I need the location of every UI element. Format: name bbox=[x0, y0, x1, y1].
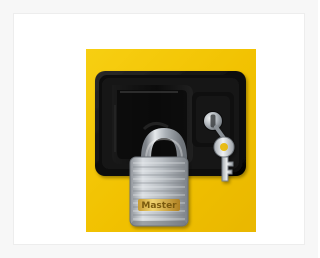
image-frame: Master bbox=[0, 0, 318, 258]
padlock-brand-text: Master bbox=[141, 201, 177, 211]
padlock-body: Master bbox=[129, 156, 189, 227]
product-photo: Master bbox=[86, 49, 256, 232]
